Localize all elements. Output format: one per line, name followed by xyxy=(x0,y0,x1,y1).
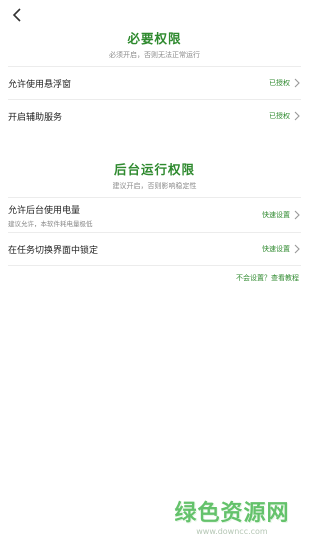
permission-description: 建议允许，本软件耗电量极低 xyxy=(8,219,93,228)
chevron-right-icon xyxy=(294,78,300,88)
permission-row-battery[interactable]: 允许后台使用电量 建议允许，本软件耗电量极低 快速设置 xyxy=(8,198,301,232)
watermark-url: www.downcc.com xyxy=(196,527,268,536)
permission-label: 在任务切换界面中锁定 xyxy=(8,245,99,256)
background-permissions-title: 后台运行权限 xyxy=(113,162,195,177)
permission-row-task-lock[interactable]: 在任务切换界面中锁定 快速设置 xyxy=(8,233,301,265)
background-permissions-subtitle: 建议开启，否则影响稳定性 xyxy=(112,182,197,190)
permission-row-overlay[interactable]: 允许使用悬浮窗 已授权 xyxy=(8,67,301,99)
permission-row-accessibility[interactable]: 开启辅助服务 已授权 xyxy=(8,100,301,132)
back-button[interactable] xyxy=(8,6,26,24)
back-chevron-icon xyxy=(12,8,21,22)
required-permissions-title: 必要权限 xyxy=(127,31,182,46)
permission-label: 允许使用悬浮窗 xyxy=(8,79,72,90)
chevron-right-icon xyxy=(294,244,300,254)
permission-label: 允许后台使用电量 xyxy=(8,205,81,216)
background-permissions-header: 后台运行权限 建议开启，否则影响稳定性 xyxy=(0,159,309,191)
required-permissions-subtitle: 必须开启，否则无法正常运行 xyxy=(109,51,200,59)
view-tutorial-link[interactable]: 不会设置？查看教程 xyxy=(0,273,299,283)
permission-status: 已授权 xyxy=(269,79,290,87)
permission-label: 开启辅助服务 xyxy=(8,112,63,123)
quick-setup-link: 快速设置 xyxy=(262,245,290,253)
watermark: 绿色资源网 www.downcc.com xyxy=(172,495,292,536)
divider xyxy=(8,265,301,266)
watermark-text: 绿色资源网 xyxy=(174,501,290,526)
top-bar xyxy=(0,0,309,30)
chevron-right-icon xyxy=(294,111,300,121)
permission-status: 已授权 xyxy=(269,112,290,120)
required-permissions-header: 必要权限 必须开启，否则无法正常运行 xyxy=(0,28,309,60)
chevron-right-icon xyxy=(294,210,300,220)
quick-setup-link: 快速设置 xyxy=(262,211,290,219)
